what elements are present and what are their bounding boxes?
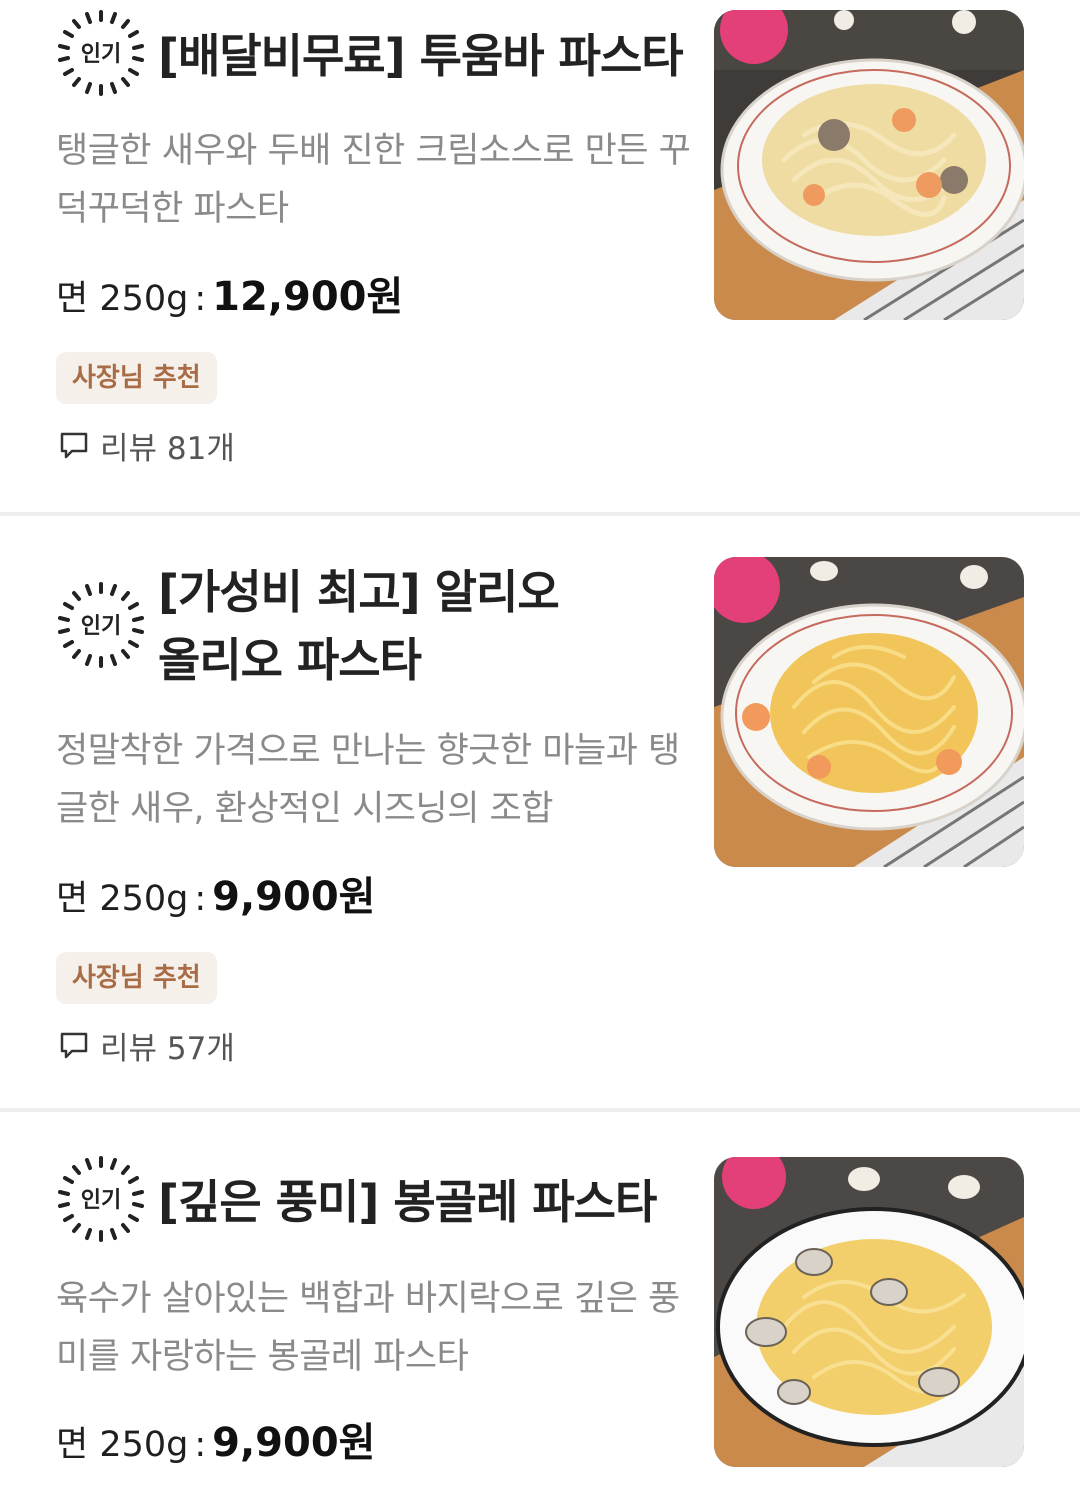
speech-bubble-icon <box>58 1029 90 1061</box>
menu-price: 면 250g:12,900원 <box>56 272 403 324</box>
menu-title[interactable]: [가성비 최고] 알리오 올리오 파스타 <box>158 558 578 694</box>
price-separator: : <box>194 279 207 319</box>
svg-text:인기: 인기 <box>81 1188 121 1213</box>
price-separator: : <box>194 1425 207 1465</box>
owner-recommend-tag: 사장님 추천 <box>56 352 217 404</box>
svg-text:인기: 인기 <box>81 42 121 67</box>
price-amount: 9,900원 <box>212 874 376 920</box>
review-count[interactable]: 리뷰 81개 <box>58 424 235 467</box>
menu-price: 면 250g:9,900원 <box>56 1418 375 1470</box>
owner-recommend-tag: 사장님 추천 <box>56 952 217 1004</box>
menu-description: 정말착한 가격으로 만나는 향긋한 마늘과 탱글한 새우, 환상적인 시즈닝의 … <box>56 731 680 829</box>
popular-badge-icon: 인기 <box>54 6 148 100</box>
noodle-weight: 면 250g <box>56 879 189 919</box>
pasta-photo-cream[interactable] <box>714 10 1024 320</box>
menu-item[interactable]: 인기 [배달비무료] 투움바 파스타 탱글한 새우와 두배 진한 크림소스로 만… <box>0 0 1080 512</box>
menu-description: 육수가 살아있는 백합과 바지락으로 깊은 풍미를 자랑하는 봉골레 파스타 <box>56 1279 680 1377</box>
speech-bubble-icon <box>58 429 90 461</box>
noodle-weight: 면 250g <box>56 1425 189 1465</box>
popular-badge-icon: 인기 <box>54 578 148 672</box>
popular-badge-icon: 인기 <box>54 1152 148 1246</box>
review-count[interactable]: 리뷰 57개 <box>58 1024 235 1067</box>
menu-price: 면 250g:9,900원 <box>56 872 375 924</box>
review-label: 리뷰 81개 <box>100 430 235 467</box>
price-amount: 12,900원 <box>212 274 404 320</box>
pasta-photo-vongole[interactable] <box>714 1157 1024 1467</box>
menu-list: 인기 [배달비무료] 투움바 파스타 탱글한 새우와 두배 진한 크림소스로 만… <box>0 0 1080 1488</box>
menu-description: 탱글한 새우와 두배 진한 크림소스로 만든 꾸덕꾸덕한 파스타 <box>56 131 691 229</box>
menu-item[interactable]: 인기 [깊은 풍미] 봉골레 파스타 육수가 살아있는 백합과 바지락으로 깊은… <box>0 1112 1080 1488</box>
review-label: 리뷰 57개 <box>100 1030 235 1067</box>
menu-title[interactable]: [배달비무료] 투움바 파스타 <box>158 22 698 90</box>
svg-text:인기: 인기 <box>81 614 121 639</box>
price-amount: 9,900원 <box>212 1420 376 1466</box>
menu-title[interactable]: [깊은 풍미] 봉골레 파스타 <box>158 1168 698 1236</box>
pasta-photo-aglio[interactable] <box>714 557 1024 867</box>
price-separator: : <box>194 879 207 919</box>
menu-item[interactable]: 인기 [가성비 최고] 알리오 올리오 파스타 정말착한 가격으로 만나는 향긋… <box>0 516 1080 1108</box>
noodle-weight: 면 250g <box>56 279 189 319</box>
